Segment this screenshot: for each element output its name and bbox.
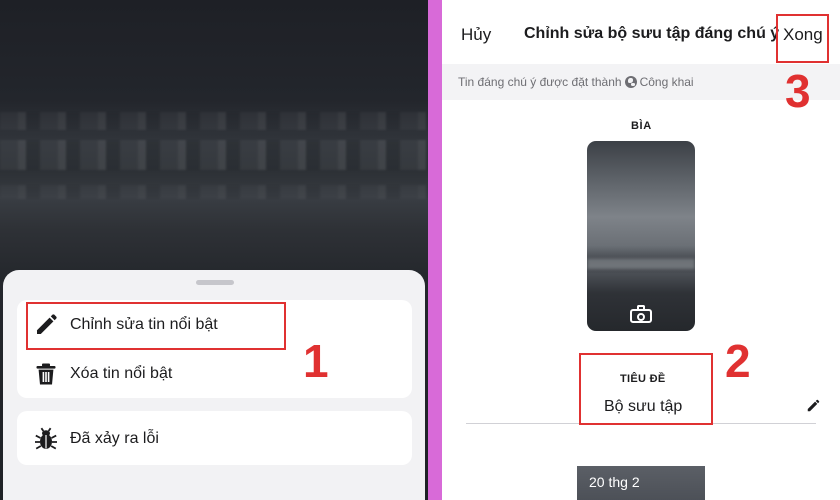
report-problem-item[interactable]: Đã xảy ra lỗi xyxy=(17,414,412,463)
cover-image[interactable] xyxy=(587,141,695,331)
report-problem-label: Đã xảy ra lỗi xyxy=(70,429,159,447)
cover-label: BÌA xyxy=(631,120,652,132)
pencil-icon[interactable] xyxy=(806,399,820,418)
camera-icon[interactable] xyxy=(630,305,652,323)
bug-icon xyxy=(34,427,58,451)
annotation-box-3 xyxy=(776,14,829,63)
annotation-box-1 xyxy=(26,302,286,350)
sea-waves xyxy=(0,185,428,199)
cancel-button[interactable]: Hủy xyxy=(461,25,491,45)
delete-highlight-label: Xóa tin nổi bật xyxy=(70,364,173,382)
sheet-handle[interactable] xyxy=(196,280,234,285)
cover-wave xyxy=(587,259,695,269)
highlight-preview-panel: Chỉnh sửa tin nổi bật Xóa tin nổi bật Đã… xyxy=(0,0,428,500)
privacy-text: Tin đáng chú ý được đặt thành xyxy=(458,75,622,89)
annotation-number-1: 1 xyxy=(303,335,329,387)
privacy-audience: Công khai xyxy=(639,75,694,89)
privacy-notice[interactable]: Tin đáng chú ý được đặt thành Công khai xyxy=(442,64,840,100)
delete-highlight-item[interactable]: Xóa tin nổi bật xyxy=(17,349,412,398)
sea-waves xyxy=(0,140,428,170)
annotation-number-3: 3 xyxy=(785,65,811,117)
annotation-number-2: 2 xyxy=(725,335,751,387)
edit-highlight-panel: Hủy Chỉnh sửa bộ sưu tập đáng chú ý Xong… xyxy=(442,0,840,500)
panel-divider xyxy=(428,0,442,500)
story-date: 20 thg 2 xyxy=(589,474,640,490)
page-title: Chỉnh sửa bộ sưu tập đáng chú ý xyxy=(524,25,780,42)
annotation-box-2 xyxy=(579,353,713,425)
globe-icon xyxy=(624,76,637,88)
trash-icon xyxy=(34,362,58,386)
menu-group-report: Đã xảy ra lỗi xyxy=(17,411,412,465)
sea-waves xyxy=(0,112,428,130)
story-thumbnail[interactable]: 20 thg 2 xyxy=(577,466,705,500)
